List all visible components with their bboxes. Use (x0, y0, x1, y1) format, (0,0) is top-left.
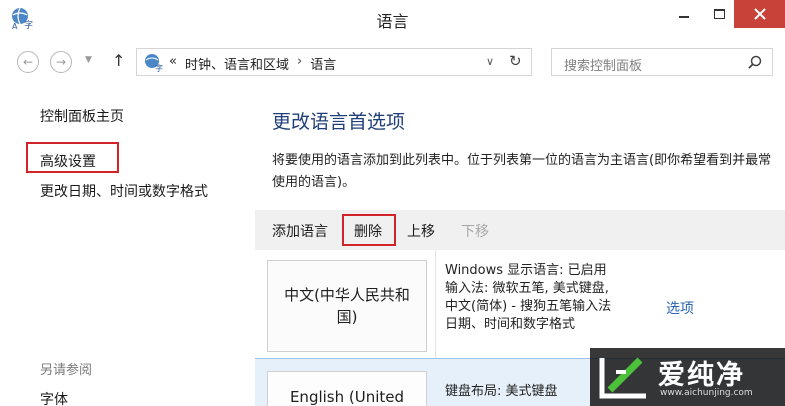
minimize-icon (679, 16, 689, 18)
divider (435, 250, 436, 358)
minimize-button[interactable] (664, 0, 704, 28)
language-details: Windows 显示语言: 已启用 输入法: 微软五笔, 美式键盘, 中文(简体… (445, 262, 655, 334)
change-date-time-format-link[interactable]: 更改日期、时间或数字格式 (40, 181, 208, 201)
highlight-box-remove (342, 214, 396, 246)
breadcrumb-separator[interactable]: › (297, 54, 302, 73)
chevron-down-icon: ∨ (486, 55, 495, 68)
address-bar[interactable]: 字 « 时钟、语言和区域 › 语言 ∨ ↻ (136, 48, 532, 76)
refresh-icon: ↻ (509, 52, 522, 70)
search-placeholder: 搜索控制面板 (564, 59, 643, 74)
address-dropdown-button[interactable]: ∨ (486, 55, 494, 68)
language-toolbar: 添加语言 删除 上移 下移 (255, 210, 785, 250)
see-also-heading: 另请参阅 (40, 363, 93, 378)
left-pane: 控制面板主页 高级设置 更改日期、时间或数字格式 另请参阅 字体 (0, 84, 255, 406)
breadcrumb: « 时钟、语言和区域 › 语言 (169, 54, 336, 73)
maximize-button[interactable] (704, 0, 734, 28)
maximize-icon (713, 9, 725, 19)
title-bar: A 字 语言 (0, 0, 785, 36)
arrow-up-icon: ↑ (112, 51, 126, 70)
language-detail-line: Windows 显示语言: 已启用 (445, 263, 607, 278)
language-detail-line: 日期、时间和数字格式 (445, 317, 576, 332)
search-input[interactable]: 搜索控制面板 (551, 48, 773, 76)
recent-locations-button[interactable]: ▼ (85, 55, 92, 65)
forward-button[interactable]: → (50, 51, 72, 73)
control-panel-home-link[interactable]: 控制面板主页 (40, 106, 124, 126)
breadcrumb-item-clock-language-region[interactable]: 时钟、语言和区域 (185, 54, 289, 73)
add-language-button[interactable]: 添加语言 (272, 221, 328, 241)
chevron-down-icon: ▼ (85, 55, 92, 65)
watermark-logo-icon (599, 357, 646, 399)
breadcrumb-overflow[interactable]: « (169, 54, 177, 73)
page-title: 更改语言首选项 (272, 111, 406, 133)
language-name[interactable]: English (United (267, 371, 427, 406)
watermark-url: www.aichunjing.com (660, 388, 753, 398)
arrow-left-icon: ← (22, 55, 34, 69)
page-description: 将要使用的语言添加到此列表中。位于列表第一位的语言为主语言(即你希望看到并最常使… (272, 153, 772, 190)
watermark-brand: 爱纯净 (658, 360, 745, 391)
options-link[interactable]: 选项 (666, 298, 694, 318)
back-button[interactable]: ← (17, 51, 39, 73)
svg-text:字: 字 (155, 63, 163, 72)
move-up-button[interactable]: 上移 (407, 221, 435, 241)
refresh-button[interactable]: ↻ (509, 52, 522, 70)
search-icon[interactable] (748, 55, 762, 69)
close-icon (753, 8, 766, 20)
watermark: 爱纯净 www.aichunjing.com (590, 348, 785, 406)
arrow-right-icon: → (55, 55, 67, 69)
language-detail-line: 输入法: 微软五笔, 美式键盘, (445, 281, 609, 296)
up-button[interactable]: ↑ (112, 51, 125, 70)
breadcrumb-item-language[interactable]: 语言 (310, 54, 336, 73)
language-name[interactable]: 中文(中华人民共和国) (267, 260, 427, 352)
fonts-link[interactable]: 字体 (40, 389, 68, 406)
move-down-button[interactable]: 下移 (461, 221, 489, 241)
close-button[interactable] (734, 0, 785, 28)
control-panel-icon: 字 (145, 54, 163, 72)
language-list-item[interactable]: 中文(中华人民共和国) Windows 显示语言: 已启用 输入法: 微软五笔,… (255, 250, 785, 358)
highlight-box-advanced-settings (26, 142, 119, 173)
language-detail-line: 中文(简体) - 搜狗五笔输入法 (445, 299, 612, 314)
navigation-bar: ← → ▼ ↑ 字 « 时钟、语言和区域 › 语言 ∨ ↻ 搜索控制面板 (0, 40, 785, 84)
